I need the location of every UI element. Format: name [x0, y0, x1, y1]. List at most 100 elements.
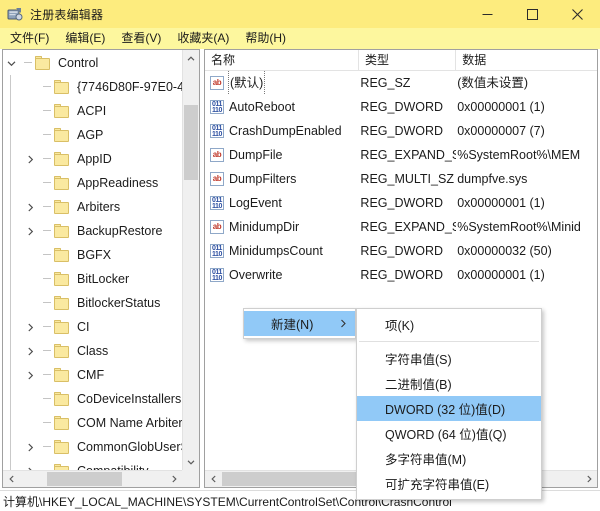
value-name-cell: abDumpFilters	[205, 167, 359, 191]
tree-item[interactable]: BackupRestore	[3, 219, 182, 243]
context-submenu-item[interactable]: DWORD (32 位)值(D)	[357, 396, 541, 421]
context-submenu-item[interactable]: 项(K)	[357, 312, 541, 337]
tree-viewport: Control{7746D80F-97E0-4E26-ACPIAGPAppIDA…	[3, 50, 182, 470]
context-submenu-item[interactable]: 字符串值(S)	[357, 346, 541, 371]
tree-expander-spacer	[22, 291, 38, 315]
value-row[interactable]: 011110OverwriteREG_DWORD0x00000001 (1)	[205, 263, 597, 287]
tree-expander-spacer	[22, 123, 38, 147]
context-menu-separator	[359, 341, 539, 342]
tree-item[interactable]: AppID	[3, 147, 182, 171]
registry-editor-icon	[7, 6, 23, 22]
value-name: DumpFilters	[229, 167, 296, 191]
value-row[interactable]: 011110LogEventREG_DWORD0x00000001 (1)	[205, 191, 597, 215]
context-submenu-item[interactable]: 二进制值(B)	[357, 371, 541, 396]
string-value-icon: ab	[210, 148, 224, 162]
chevron-right-icon[interactable]	[22, 147, 38, 171]
tree-item[interactable]: {7746D80F-97E0-4E26-	[3, 75, 182, 99]
value-type-cell: REG_MULTI_SZ	[359, 167, 456, 191]
context-menu[interactable]: 新建(N)	[243, 308, 356, 339]
values-scroll-left-icon[interactable]	[205, 471, 222, 487]
column-header-name[interactable]: 名称	[205, 50, 359, 70]
tree-item[interactable]: AGP	[3, 123, 182, 147]
context-submenu-item[interactable]: 可扩充字符串值(E)	[357, 471, 541, 496]
tree-hscroll-thumb[interactable]	[47, 472, 122, 486]
menu-favorites[interactable]: 收藏夹(A)	[169, 29, 237, 48]
context-menu-item-new[interactable]: 新建(N)	[244, 311, 355, 336]
value-name-cell: abDumpFile	[205, 143, 359, 167]
column-header-type[interactable]: 类型	[359, 50, 456, 70]
tree-item[interactable]: CommonGlobUserSett	[3, 435, 182, 459]
tree-horizontal-scrollbar[interactable]	[3, 470, 182, 487]
minimize-button[interactable]	[465, 0, 510, 28]
close-button[interactable]	[555, 0, 600, 28]
value-data-cell: %SystemRoot%\Minid	[456, 215, 597, 239]
chevron-right-icon[interactable]	[22, 339, 38, 363]
chevron-right-icon[interactable]	[22, 459, 38, 470]
tree-item[interactable]: COM Name Arbiter	[3, 411, 182, 435]
chevron-right-icon[interactable]	[22, 363, 38, 387]
chevron-right-icon[interactable]	[22, 219, 38, 243]
folder-icon	[54, 320, 70, 334]
tree-item[interactable]: Arbiters	[3, 195, 182, 219]
value-type-cell: REG_DWORD	[359, 263, 456, 287]
binary-value-icon: 011110	[210, 100, 224, 114]
tree-item[interactable]: Compatibility	[3, 459, 182, 470]
value-row[interactable]: 011110CrashDumpEnabledREG_DWORD0x0000000…	[205, 119, 597, 143]
tree-item[interactable]: Class	[3, 339, 182, 363]
maximize-button[interactable]	[510, 0, 555, 28]
value-row[interactable]: ab(默认)REG_SZ(数值未设置)	[205, 71, 597, 95]
value-row[interactable]: abMinidumpDirREG_EXPAND_SZ%SystemRoot%\M…	[205, 215, 597, 239]
menu-view[interactable]: 查看(V)	[113, 29, 169, 48]
context-submenu-item-label: QWORD (64 位)值(Q)	[385, 424, 507, 443]
tree-indent	[3, 459, 22, 470]
tree-item-label: CoDeviceInstallers	[75, 387, 182, 411]
menu-file[interactable]: 文件(F)	[2, 29, 57, 48]
tree-scroll-up-icon[interactable]	[183, 50, 199, 67]
chevron-right-icon[interactable]	[22, 315, 38, 339]
value-type-cell: REG_SZ	[359, 71, 456, 95]
value-type-cell: REG_DWORD	[359, 119, 456, 143]
tree-item-label: Class	[75, 339, 110, 363]
value-row[interactable]: 011110MinidumpsCountREG_DWORD0x00000032 …	[205, 239, 597, 263]
value-data-cell: (数值未设置)	[456, 71, 597, 95]
chevron-down-icon[interactable]	[3, 51, 19, 75]
context-submenu[interactable]: 项(K) 字符串值(S)二进制值(B)DWORD (32 位)值(D) QWORD …	[356, 308, 542, 500]
tree-scroll-thumb[interactable]	[184, 105, 198, 180]
tree-item[interactable]: Control	[3, 51, 182, 75]
values-scroll-right-icon[interactable]	[580, 471, 597, 487]
tree-scroll-right-icon[interactable]	[165, 471, 182, 487]
value-row[interactable]: abDumpFiltersREG_MULTI_SZdumpfve.sys	[205, 167, 597, 191]
menu-help[interactable]: 帮助(H)	[237, 29, 294, 48]
value-row[interactable]: abDumpFileREG_EXPAND_SZ%SystemRoot%\MEM	[205, 143, 597, 167]
context-submenu-item-label: 项(K)	[385, 315, 414, 334]
value-name: (默认)	[229, 71, 264, 95]
column-header-data[interactable]: 数据	[456, 50, 597, 70]
tree-indent	[3, 147, 22, 171]
tree-item[interactable]: CMF	[3, 363, 182, 387]
tree-scroll-down-icon[interactable]	[183, 453, 199, 470]
chevron-right-icon[interactable]	[22, 195, 38, 219]
tree-item[interactable]: CI	[3, 315, 182, 339]
context-submenu-item[interactable]: QWORD (64 位)值(Q)	[357, 421, 541, 446]
menu-edit[interactable]: 编辑(E)	[57, 29, 113, 48]
folder-icon	[54, 272, 70, 286]
tree-item[interactable]: ACPI	[3, 99, 182, 123]
tree-item[interactable]: BGFX	[3, 243, 182, 267]
context-submenu-item[interactable]: 多字符串值(M)	[357, 446, 541, 471]
tree-scroll-left-icon[interactable]	[3, 471, 20, 487]
context-menu-item-new-label: 新建(N)	[271, 314, 313, 333]
tree-item[interactable]: BitLocker	[3, 267, 182, 291]
tree-item[interactable]: AppReadiness	[3, 171, 182, 195]
binary-value-icon: 011110	[210, 124, 224, 138]
tree-item-label: CommonGlobUserSett	[75, 435, 182, 459]
chevron-right-icon[interactable]	[22, 435, 38, 459]
value-name-cell: 011110MinidumpsCount	[205, 239, 359, 263]
registry-tree[interactable]: Control{7746D80F-97E0-4E26-ACPIAGPAppIDA…	[3, 50, 182, 470]
tree-item[interactable]: CoDeviceInstallers	[3, 387, 182, 411]
tree-expander-spacer	[22, 243, 38, 267]
window-title: 注册表编辑器	[30, 6, 103, 23]
tree-vertical-scrollbar[interactable]	[182, 50, 199, 470]
tree-item[interactable]: BitlockerStatus	[3, 291, 182, 315]
value-row[interactable]: 011110AutoRebootREG_DWORD0x00000001 (1)	[205, 95, 597, 119]
panes-container: Control{7746D80F-97E0-4E26-ACPIAGPAppIDA…	[0, 49, 600, 490]
